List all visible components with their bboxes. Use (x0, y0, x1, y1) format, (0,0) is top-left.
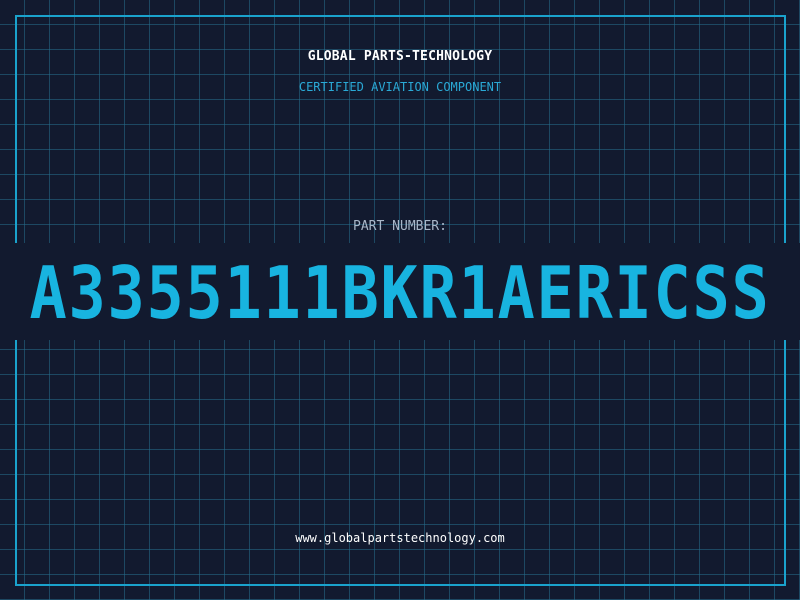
part-number-band: A3355111BKR1AERICSS (0, 243, 800, 340)
part-label-card: GLOBAL PARTS-TECHNOLOGY CERTIFIED AVIATI… (0, 0, 800, 600)
website-url: www.globalpartstechnology.com (295, 531, 505, 545)
part-number-label: PART NUMBER: (353, 219, 447, 234)
company-name: GLOBAL PARTS-TECHNOLOGY (307, 49, 493, 64)
certification-subtitle: CERTIFIED AVIATION COMPONENT (298, 80, 502, 94)
part-number-value: A3355111BKR1AERICSS (29, 251, 771, 335)
